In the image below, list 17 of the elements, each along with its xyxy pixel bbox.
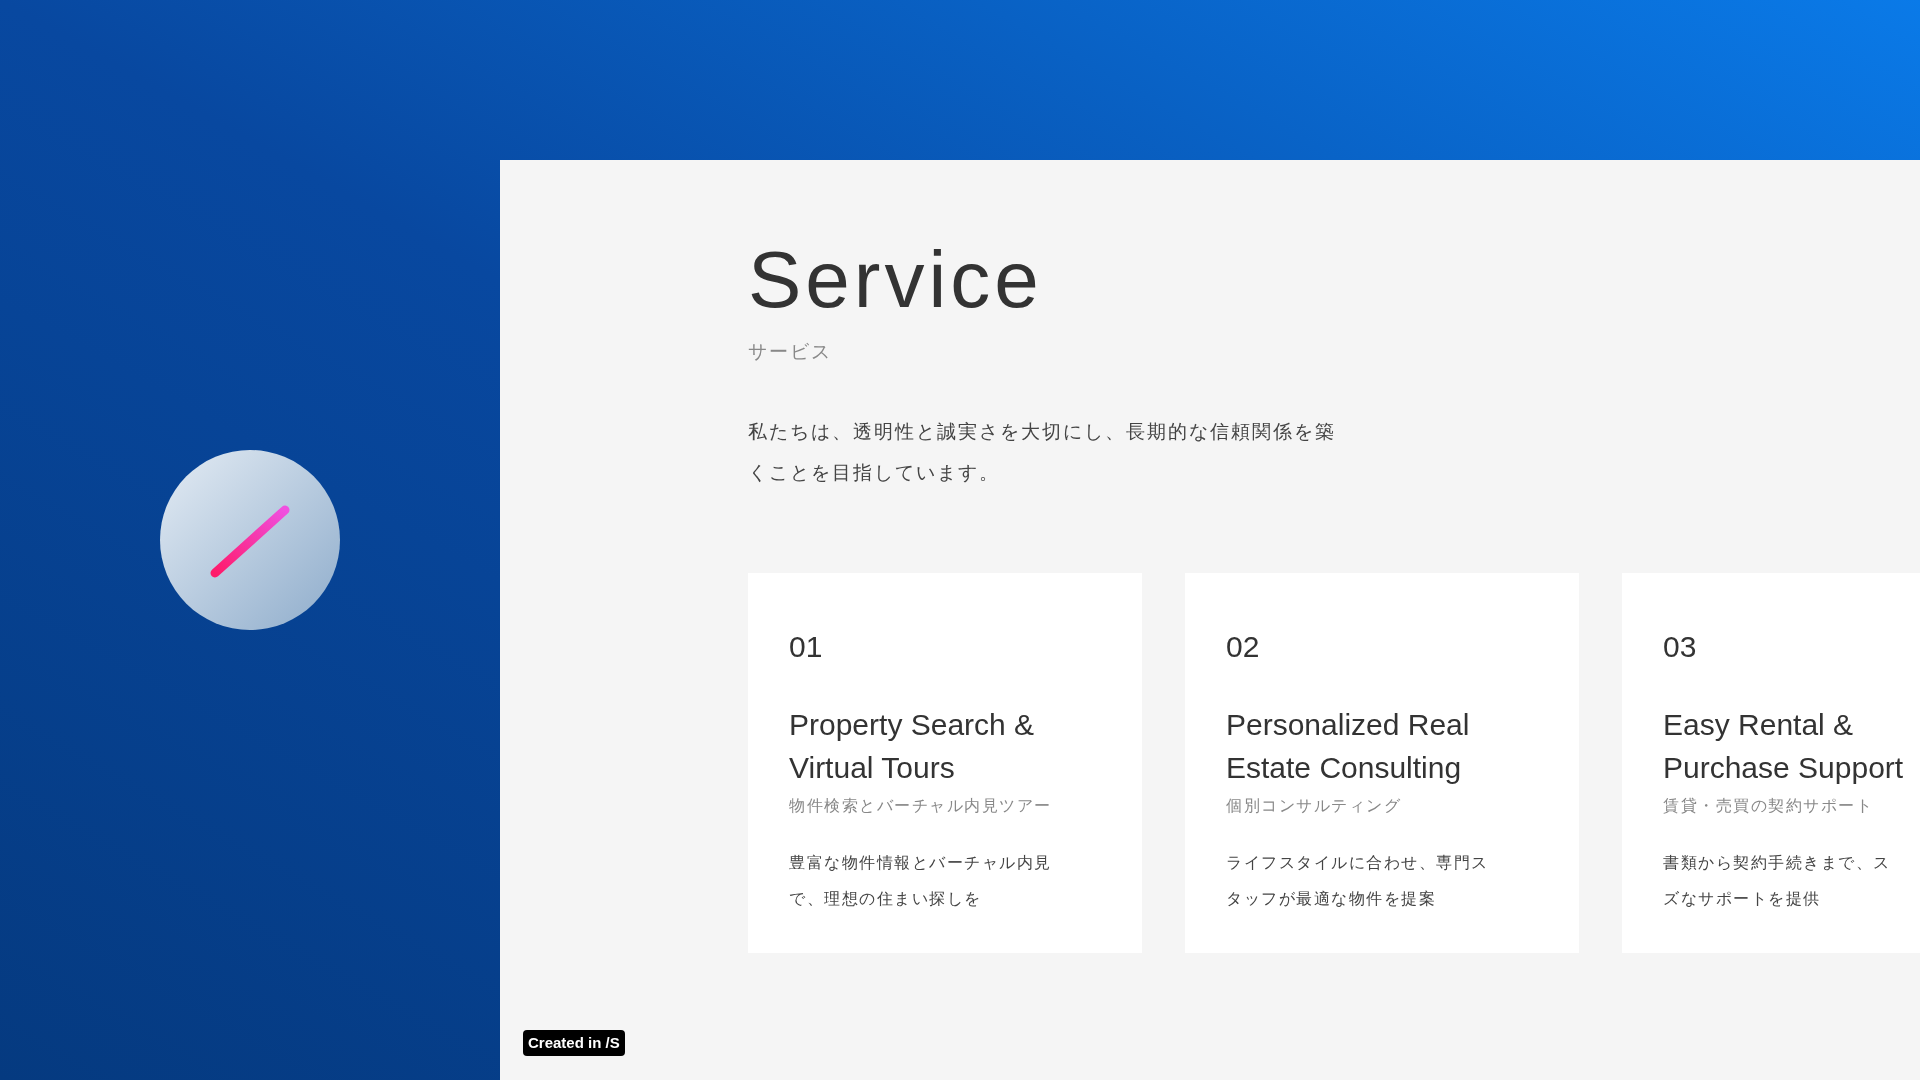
card-title: Property Search & Virtual Tours — [789, 706, 1036, 786]
card-subtitle: 賃貸・売買の契約サポート — [1663, 795, 1873, 816]
card-title: Easy Rental & Purchase Support — [1663, 706, 1905, 786]
card-number: 01 — [789, 628, 823, 665]
card-title: Personalized Real Estate Consulting — [1226, 706, 1471, 786]
section-title: Service — [748, 234, 1043, 326]
intro-paragraph: 私たちは、透明性と誠実さを大切にし、長期的な信頼関係を築 くことを目指しています。 — [748, 419, 1336, 485]
card-description: 豊富な物件情報とバーチャル内見 で、理想の住まい探しを — [789, 852, 1052, 909]
card-subtitle: 個別コンサルティング — [1226, 795, 1401, 816]
card-number: 02 — [1226, 628, 1260, 665]
card-description: ライフスタイルに合わせ、専門ス タッフが最適な物件を提案 — [1226, 852, 1489, 909]
logo-icon — [160, 450, 340, 630]
card-number: 03 — [1663, 628, 1697, 665]
card-description: 書類から契約手続きまで、ス ズなサポートを提供 — [1663, 852, 1891, 909]
section-subtitle: サービス — [748, 340, 832, 364]
created-in-badge[interactable]: Created in /S — [523, 1030, 625, 1056]
card-subtitle: 物件検索とバーチャル内見ツアー — [789, 795, 1052, 816]
